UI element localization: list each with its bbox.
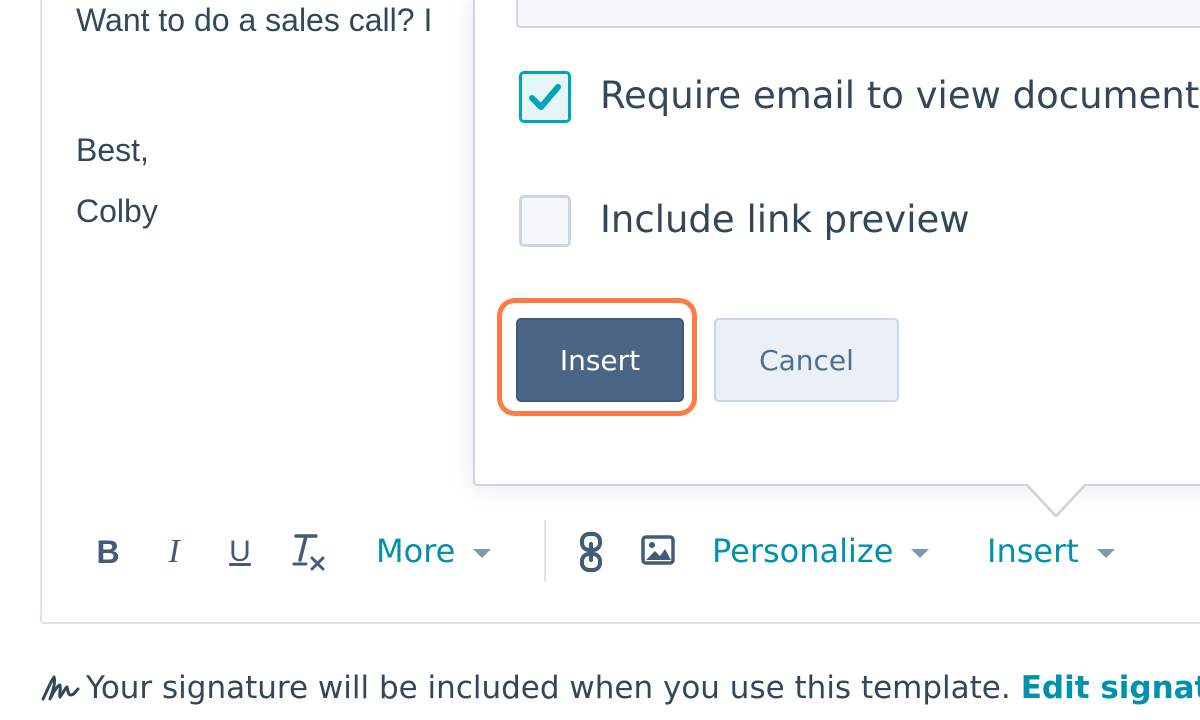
toolbar-divider <box>544 520 546 582</box>
include-link-preview-label[interactable]: Include link preview <box>600 198 970 241</box>
more-menu[interactable]: More <box>376 532 492 570</box>
email-body-line[interactable]: Best, <box>76 132 149 169</box>
signature-notice: Your signature will be included when you… <box>40 666 1200 710</box>
email-body-line[interactable]: Want to do a sales call? I <box>76 2 432 39</box>
caret-down-icon <box>473 548 492 558</box>
insert-menu[interactable]: Insert <box>987 532 1115 570</box>
edit-signature-link[interactable]: Edit signature <box>1021 670 1200 706</box>
personalize-menu[interactable]: Personalize <box>712 532 930 570</box>
link-icon[interactable] <box>576 530 606 574</box>
signature-notice-text: Your signature will be included when you… <box>86 670 1011 706</box>
email-body-line[interactable]: Colby <box>76 193 158 230</box>
underline-icon[interactable]: U <box>222 532 258 572</box>
caret-down-icon <box>1096 548 1115 558</box>
include-link-preview-checkbox[interactable] <box>519 195 571 247</box>
cancel-button[interactable]: Cancel <box>714 318 899 402</box>
checkmark-icon <box>529 84 561 110</box>
personalize-menu-label: Personalize <box>712 532 894 570</box>
require-email-label[interactable]: Require email to view document <box>600 74 1199 117</box>
caret-down-icon <box>911 548 930 558</box>
signature-icon <box>41 675 80 701</box>
italic-icon[interactable]: I <box>156 532 192 572</box>
image-icon[interactable] <box>640 532 676 568</box>
popover-field-edge[interactable] <box>516 0 1200 28</box>
clear-format-icon[interactable] <box>290 530 330 574</box>
insert-button[interactable]: Insert <box>516 318 684 402</box>
insert-menu-label: Insert <box>987 532 1079 570</box>
email-template-editor: Want to do a sales call? I Best, Colby R… <box>0 0 1200 720</box>
bold-icon[interactable]: B <box>90 532 126 572</box>
popover-caret-fill <box>1027 483 1085 514</box>
more-menu-label: More <box>376 532 456 570</box>
require-email-checkbox[interactable] <box>519 71 571 123</box>
